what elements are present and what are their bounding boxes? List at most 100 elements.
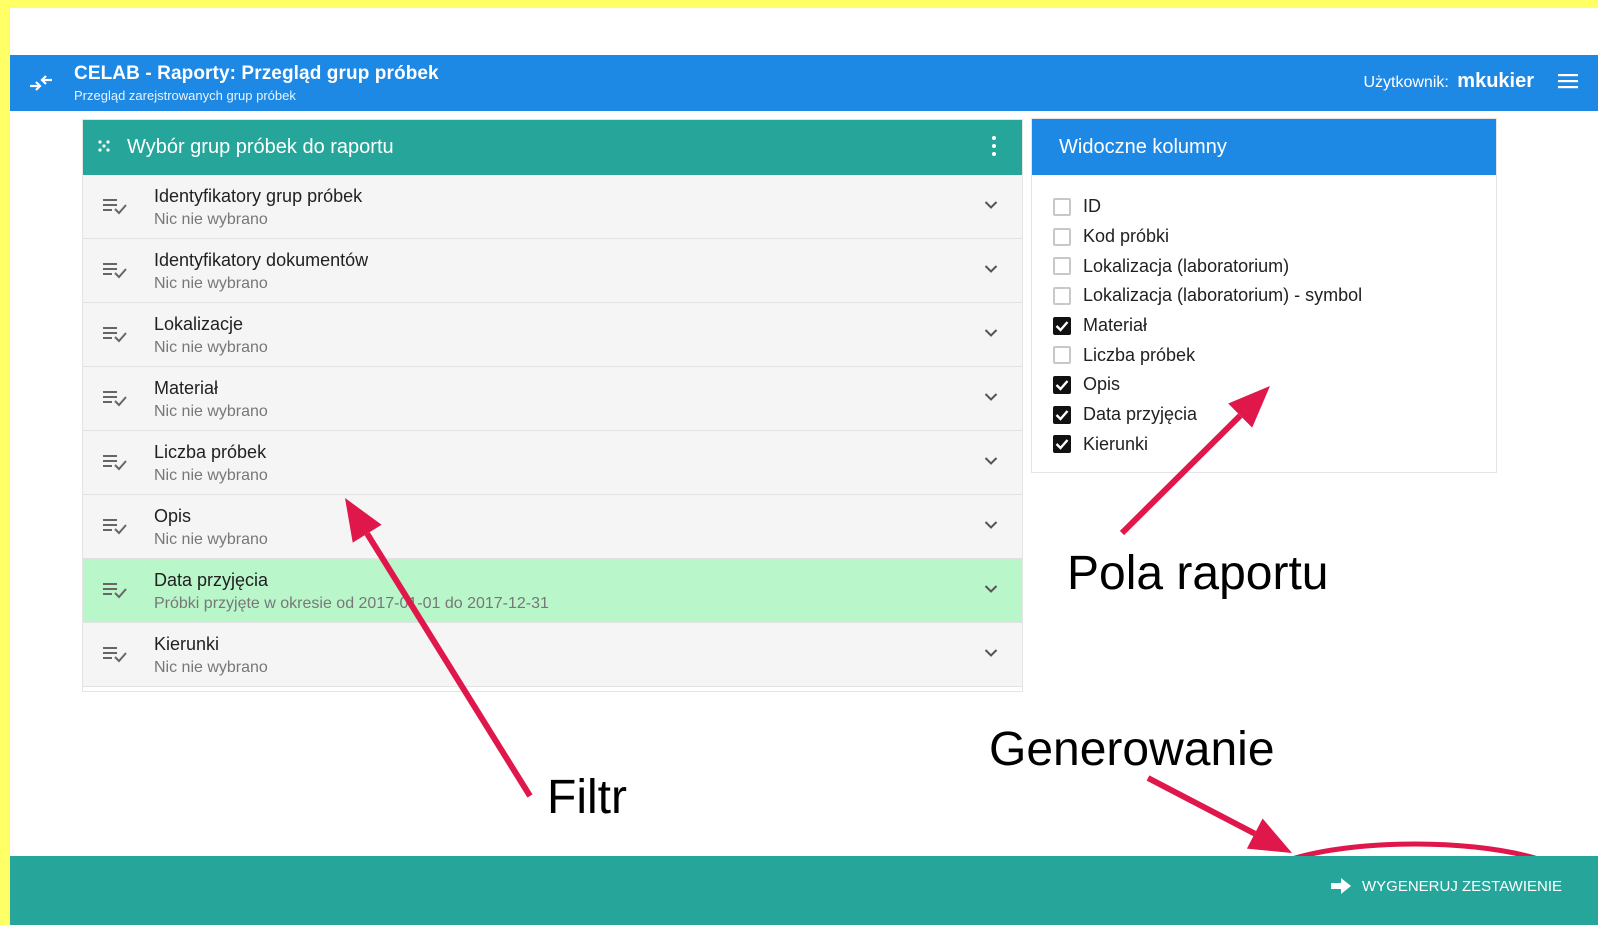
column-checkbox-label: Lokalizacja (laboratorium) - symbol [1083,285,1363,306]
checkbox[interactable] [1053,257,1071,276]
column-checkbox-label: Liczba próbek [1083,344,1196,365]
checkbox[interactable] [1053,316,1071,335]
generate-report-label: WYGENERUJ ZESTAWIENIE [1361,877,1562,895]
playlist-check-icon [103,519,127,535]
playlist-check-icon [103,327,127,343]
filter-panel-header: Wybór grup próbek do raportu [83,120,1022,175]
filter-row-value: Nic nie wybrano [154,339,268,356]
visible-columns-header: Widoczne kolumny [1032,119,1496,175]
arrow-to-generate [1146,775,1292,853]
filter-row[interactable]: Identyfikatory grup próbek Nic nie wybra… [83,175,1022,239]
chevron-down-icon[interactable] [984,200,998,210]
generate-report-button[interactable]: WYGENERUJ ZESTAWIENIE [1330,874,1562,898]
visible-columns-panel: Widoczne kolumny ID Kod próbki Lokalizac… [1031,118,1497,473]
filter-row-value: Nic nie wybrano [154,659,268,676]
more-options-button[interactable] [990,136,998,160]
column-checkbox-item[interactable]: Kierunki [1053,430,1362,460]
column-checkbox-label: Materiał [1083,315,1148,336]
column-checkbox-item[interactable]: Kod próbki [1053,222,1362,252]
page-title: CELAB - Raporty: Przegląd grup próbek [74,63,439,84]
column-checkbox-label: Lokalizacja (laboratorium) [1083,255,1290,276]
chevron-down-icon[interactable] [984,328,998,338]
column-checkbox-item[interactable]: Materiał [1053,311,1362,341]
checkbox[interactable] [1053,197,1071,216]
playlist-check-icon [103,199,127,215]
filter-row-title: Identyfikatory dokumentów [154,250,369,270]
chevron-down-icon[interactable] [984,648,998,658]
checkbox[interactable] [1053,286,1071,305]
hamburger-menu-button[interactable] [1556,71,1580,93]
check-icon [1055,439,1069,451]
more-vert-icon [992,136,996,140]
filter-row-title: Kierunki [154,634,220,654]
user-label: Użytkownik: [1363,74,1449,91]
playlist-check-icon [103,455,127,471]
column-checkbox-item[interactable]: Liczba próbek [1053,340,1362,370]
check-icon [1055,409,1069,421]
arrow-right-icon [1330,877,1352,895]
annotation-generate-label: Generowanie [989,723,1275,776]
column-checkbox-item[interactable]: ID [1053,192,1362,222]
filter-panel: Wybór grup próbek do raportu Identyfikat… [82,119,1023,692]
column-checkbox-item[interactable]: Data przyjęcia [1053,400,1362,430]
checkbox[interactable] [1053,375,1071,394]
filter-row[interactable]: Opis Nic nie wybrano [83,495,1022,559]
swap-arrows-icon [30,75,52,91]
filter-row-value: Nic nie wybrano [154,467,268,484]
filter-row-value: Nic nie wybrano [154,531,268,548]
column-checkbox-item[interactable]: Lokalizacja (laboratorium) - symbol [1053,281,1362,311]
dots-pattern-icon [98,140,110,152]
checkbox[interactable] [1053,435,1071,454]
chevron-down-icon[interactable] [984,264,998,274]
user-info: Użytkownik: mkukier [1363,70,1534,93]
column-checkbox-item[interactable]: Opis [1053,370,1362,400]
playlist-check-icon [103,583,127,599]
playlist-check-icon [103,391,127,407]
annotation-fields-label: Pola raportu [1067,547,1329,600]
column-checkbox-label: Kod próbki [1083,226,1170,247]
chevron-down-icon[interactable] [984,584,998,594]
username: mkukier [1457,70,1534,92]
visible-columns-title: Widoczne kolumny [1059,136,1227,158]
filter-row[interactable]: Materiał Nic nie wybrano [83,367,1022,431]
filter-row-title: Data przyjęcia [154,570,269,590]
filter-row-value: Próbki przyjęte w okresie od 2017-01-01 … [154,595,549,612]
filter-row[interactable]: Lokalizacje Nic nie wybrano [83,303,1022,367]
chevron-down-icon[interactable] [984,520,998,530]
check-icon [1055,380,1069,391]
page-subtitle: Przegląd zarejstrowanych grup próbek [74,88,296,103]
checkbox[interactable] [1053,227,1071,246]
chevron-down-icon[interactable] [984,392,998,402]
filter-row-value: Nic nie wybrano [154,211,268,228]
filter-row-title: Identyfikatory grup próbek [154,186,363,206]
column-checkbox-label: Opis [1083,374,1121,395]
top-app-bar: CELAB - Raporty: Przegląd grup próbek Pr… [10,55,1598,111]
filter-list: Identyfikatory grup próbek Nic nie wybra… [83,175,1022,687]
column-checkbox-item[interactable]: Lokalizacja (laboratorium) [1053,251,1362,281]
annotation-filter-label: Filtr [547,771,627,824]
column-checkbox-label: ID [1083,196,1101,217]
filter-row-value: Nic nie wybrano [154,275,268,292]
filter-row-title: Opis [154,506,192,526]
filter-row[interactable]: Identyfikatory dokumentów Nic nie wybran… [83,239,1022,303]
playlist-check-icon [103,263,127,279]
checkbox[interactable] [1053,346,1071,365]
check-icon [1055,320,1069,332]
app-frame: CELAB - Raporty: Przegląd grup próbek Pr… [10,8,1598,925]
collapse-arrows-button[interactable] [24,69,58,97]
column-checkbox-label: Data przyjęcia [1083,404,1198,425]
filter-panel-title: Wybór grup próbek do raportu [127,136,394,158]
filter-row[interactable]: Data przyjęcia Próbki przyjęte w okresie… [83,559,1022,623]
bottom-action-bar: WYGENERUJ ZESTAWIENIE [10,856,1598,925]
playlist-check-icon [103,647,127,663]
filter-row-title: Lokalizacje [154,314,244,334]
filter-row-title: Materiał [154,378,219,398]
chevron-down-icon[interactable] [984,456,998,466]
checkbox[interactable] [1053,405,1071,424]
menu-icon [1558,74,1578,89]
filter-row-title: Liczba próbek [154,442,267,462]
filter-row[interactable]: Kierunki Nic nie wybrano [83,623,1022,687]
filter-row[interactable]: Liczba próbek Nic nie wybrano [83,431,1022,495]
column-checkbox-label: Kierunki [1083,433,1149,454]
column-checkbox-list: ID Kod próbki Lokalizacja (laboratorium)… [1053,192,1362,459]
